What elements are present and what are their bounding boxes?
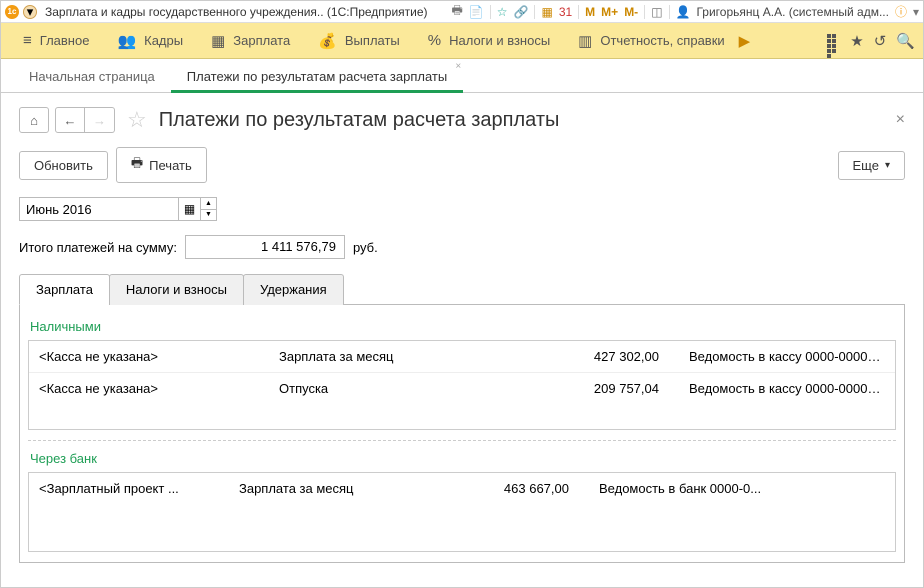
people-icon: 👥 xyxy=(117,32,136,50)
total-label: Итого платежей на сумму: xyxy=(19,240,177,255)
nav-main[interactable]: ≡ Главное xyxy=(9,23,103,59)
calendar-tb-icon[interactable]: 31 xyxy=(559,5,572,19)
user-icon: 👤 xyxy=(676,5,691,19)
nav-salary[interactable]: ▦ Зарплата xyxy=(197,23,304,59)
section-bank-label: Через банк xyxy=(30,451,896,466)
tab-content: Наличными <Касса не указана> Зарплата за… xyxy=(19,305,905,563)
tab-start-page[interactable]: Начальная страница xyxy=(13,59,171,92)
app-logo-icon: 1c xyxy=(5,5,19,19)
spin-up-icon[interactable]: ▲ xyxy=(201,198,216,210)
m-icon[interactable]: M xyxy=(585,5,595,19)
window-title: Зарплата и кадры государственного учрежд… xyxy=(45,5,428,19)
bank-table[interactable]: <Зарплатный проект ... Зарплата за месяц… xyxy=(28,472,896,552)
percent-icon: % xyxy=(428,32,441,49)
table-row[interactable]: <Касса не указана> Отпуска 209 757,04 Ве… xyxy=(29,373,895,404)
layout-tb-icon[interactable]: ◫ xyxy=(651,5,662,19)
user-name: Григорьянц А.А. (системный адм... xyxy=(696,5,888,19)
fav-star-icon[interactable]: ★ xyxy=(850,32,863,50)
star-tb-icon[interactable]: ☆ xyxy=(497,5,508,19)
content-area: ⌂ ← → ☆ Платежи по результатам расчета з… xyxy=(1,93,923,577)
more-button[interactable]: Еще ▾ xyxy=(838,151,905,180)
page-tabs: Начальная страница Платежи по результата… xyxy=(1,59,923,93)
menu-icon: ≡ xyxy=(23,32,32,49)
calendar-picker-button[interactable]: ▦ xyxy=(179,197,201,221)
period-input[interactable] xyxy=(19,197,179,221)
close-page-button[interactable]: × xyxy=(896,111,905,129)
report-icon: ▥ xyxy=(578,32,592,50)
cell-type: Отпуска xyxy=(279,381,559,396)
close-tab-icon[interactable]: × xyxy=(455,61,461,72)
print-tb-icon[interactable]: 🖶 xyxy=(451,1,462,22)
nav-label: Главное xyxy=(40,33,90,48)
cell-type: Зарплата за месяц xyxy=(239,481,469,496)
page-title: Платежи по результатам расчета зарплаты xyxy=(159,109,560,132)
nav-label: Отчетность, справки xyxy=(600,33,724,48)
history-icon[interactable]: ↺ xyxy=(874,32,887,50)
cash-table[interactable]: <Касса не указана> Зарплата за месяц 427… xyxy=(28,340,896,430)
m-minus-icon[interactable]: M- xyxy=(624,5,638,19)
main-nav: ≡ Главное 👥 Кадры ▦ Зарплата 💰 Выплаты % Нало… xyxy=(1,23,923,59)
cell-doc: Ведомость в кассу 0000-000006 ... xyxy=(659,349,885,364)
nav-staff[interactable]: 👥 Кадры xyxy=(103,23,197,59)
home-button[interactable]: ⌂ xyxy=(19,107,49,133)
section-cash-label: Наличными xyxy=(30,319,896,334)
cell-amount: 209 757,04 xyxy=(559,381,659,396)
page-star-icon[interactable]: ☆ xyxy=(127,107,147,133)
tab-salary[interactable]: Зарплата xyxy=(19,274,110,305)
cell-amount: 463 667,00 xyxy=(469,481,569,496)
calc-tb-icon[interactable]: ▦ xyxy=(541,5,552,19)
money-icon: 💰 xyxy=(318,32,337,50)
cell-doc: Ведомость в кассу 0000-000007 ... xyxy=(659,381,885,396)
tab-deductions[interactable]: Удержания xyxy=(243,274,344,305)
nav-label: Налоги и взносы xyxy=(449,33,550,48)
cell-kassa: <Касса не указана> xyxy=(39,381,279,396)
doc-tb-icon[interactable]: 📄 xyxy=(469,5,484,19)
chevron-down-icon: ▾ xyxy=(885,160,890,171)
total-currency: руб. xyxy=(353,240,378,255)
table-row[interactable]: <Касса не указана> Зарплата за месяц 427… xyxy=(29,341,895,373)
chevron-right-icon[interactable]: ▶ xyxy=(739,32,751,50)
forward-button[interactable]: → xyxy=(85,107,115,133)
nav-label: Зарплата xyxy=(233,33,290,48)
cell-project: <Зарплатный проект ... xyxy=(39,481,239,496)
tab-payments-results[interactable]: Платежи по результатам расчета зарплаты× xyxy=(171,59,463,92)
cell-amount: 427 302,00 xyxy=(559,349,659,364)
apps-icon[interactable] xyxy=(826,34,840,48)
menu-tb-icon[interactable]: ▾ xyxy=(913,5,919,19)
nav-label: Выплаты xyxy=(345,33,400,48)
period-spinner[interactable]: ▲▼ xyxy=(201,197,217,221)
info-tb-icon[interactable]: ⓘ xyxy=(895,3,907,20)
total-value: 1 411 576,79 xyxy=(185,235,345,259)
spin-down-icon[interactable]: ▼ xyxy=(201,210,216,221)
print-button[interactable]: 🖶Печать xyxy=(116,147,207,183)
search-icon[interactable]: 🔍 xyxy=(896,32,915,50)
tab-taxes[interactable]: Налоги и взносы xyxy=(109,274,244,305)
back-button[interactable]: ← xyxy=(55,107,85,133)
cell-kassa: <Касса не указана> xyxy=(39,349,279,364)
cell-doc: Ведомость в банк 0000-0... xyxy=(569,481,885,496)
title-bar: 1c ▾ Зарплата и кадры государственного у… xyxy=(1,1,923,23)
nav-taxes[interactable]: % Налоги и взносы xyxy=(414,23,564,59)
nav-label: Кадры xyxy=(144,33,183,48)
printer-icon: 🖶 xyxy=(131,154,143,176)
nav-reports[interactable]: ▥ Отчетность, справки xyxy=(564,23,739,59)
cell-type: Зарплата за месяц xyxy=(279,349,559,364)
refresh-button[interactable]: Обновить xyxy=(19,151,108,180)
m-plus-icon[interactable]: M+ xyxy=(601,5,618,19)
link-tb-icon[interactable]: 🔗 xyxy=(514,5,529,19)
nav-payments[interactable]: 💰 Выплаты xyxy=(304,23,414,59)
calc-icon: ▦ xyxy=(211,32,225,50)
dropdown-icon[interactable]: ▾ xyxy=(23,5,37,19)
table-row[interactable]: <Зарплатный проект ... Зарплата за месяц… xyxy=(29,473,895,504)
